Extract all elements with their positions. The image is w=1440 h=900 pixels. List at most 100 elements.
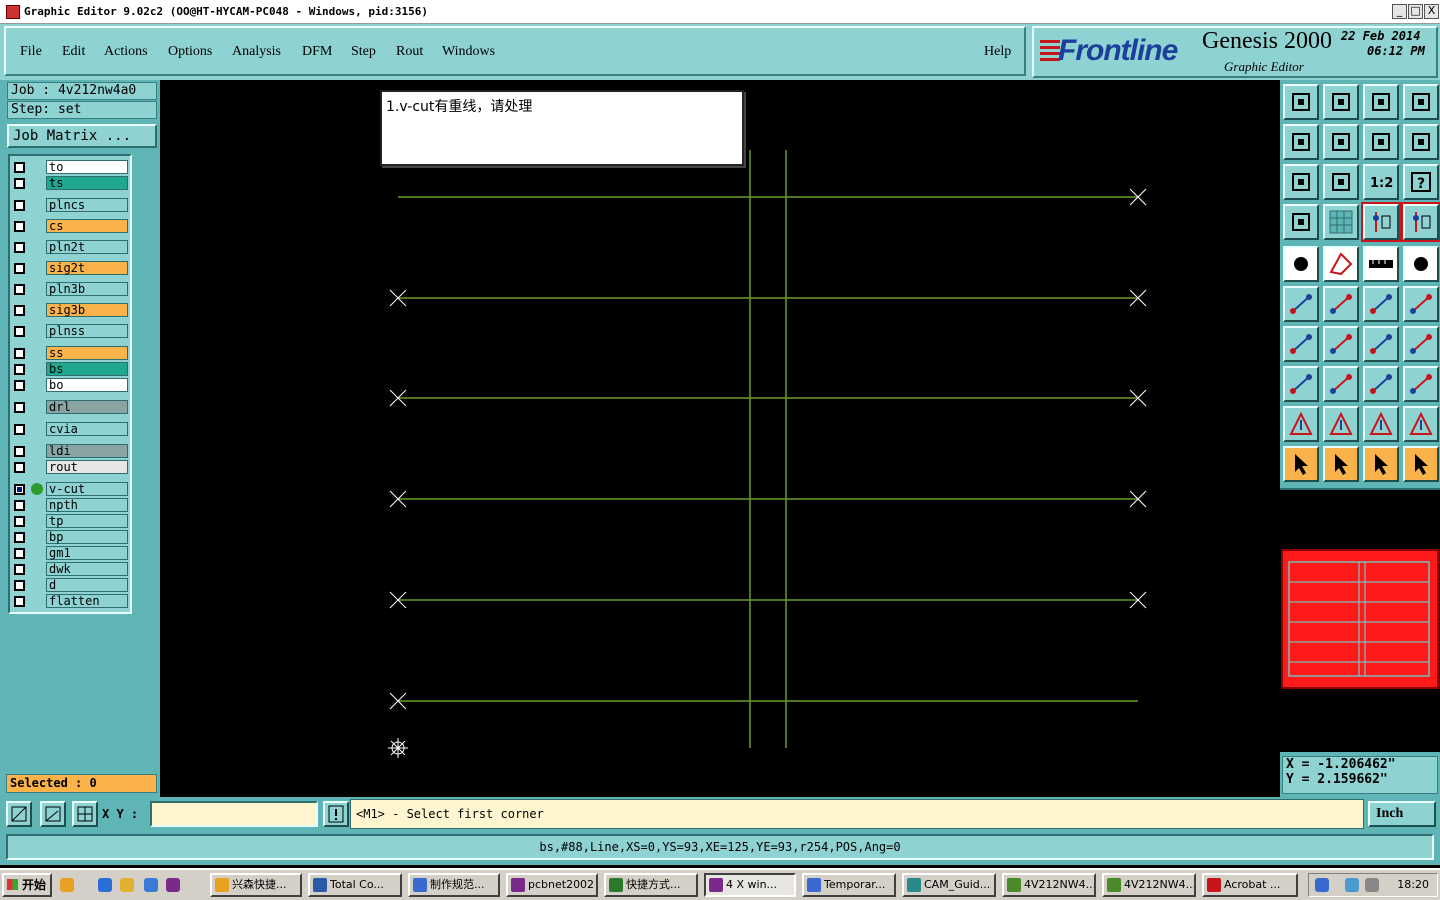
layer-name[interactable]: pln2t bbox=[46, 240, 128, 254]
taskbar-item[interactable]: 制作规范... bbox=[408, 873, 500, 897]
triangle-icon[interactable] bbox=[1283, 406, 1319, 442]
taskbar-item[interactable]: CAM_Guid... bbox=[902, 873, 996, 897]
window-icon[interactable] bbox=[1403, 84, 1439, 120]
layer-row-gm1[interactable]: gm1 bbox=[12, 546, 130, 561]
snap-off-icon[interactable] bbox=[1401, 202, 1440, 242]
layer-row-bo[interactable]: bo bbox=[12, 378, 130, 393]
arc-icon[interactable] bbox=[1363, 326, 1399, 362]
menu-dfm[interactable]: DFM bbox=[302, 44, 332, 60]
layer-name[interactable]: ts bbox=[46, 176, 128, 190]
layer-name[interactable]: sig2t bbox=[46, 261, 128, 275]
ie-icon[interactable] bbox=[144, 878, 158, 892]
line-angle-icon[interactable] bbox=[1283, 326, 1319, 362]
layer-name[interactable]: ss bbox=[46, 346, 128, 360]
layer-checkbox[interactable] bbox=[14, 516, 25, 527]
layer-row-pln3b[interactable]: pln3b bbox=[12, 282, 130, 297]
x-win-icon[interactable] bbox=[166, 878, 180, 892]
layer-name[interactable]: plncs bbox=[46, 198, 128, 212]
layer-checkbox[interactable] bbox=[14, 548, 25, 559]
close-button[interactable]: X bbox=[1424, 4, 1439, 19]
menu-rout[interactable]: Rout bbox=[396, 44, 423, 60]
taskbar-item[interactable]: 4V212NW4... bbox=[1102, 873, 1196, 897]
layer-row-rout[interactable]: rout bbox=[12, 460, 130, 475]
layer-checkbox[interactable] bbox=[14, 424, 25, 435]
edit-shape-icon[interactable] bbox=[1323, 246, 1359, 282]
alert-button[interactable] bbox=[323, 801, 349, 827]
taskbar-item[interactable]: Acrobat ... bbox=[1202, 873, 1298, 897]
layer-row-ss[interactable]: ss bbox=[12, 346, 130, 361]
layer-row-dwk[interactable]: dwk bbox=[12, 562, 130, 577]
layer-checkbox[interactable] bbox=[14, 380, 25, 391]
select-net-icon[interactable] bbox=[1403, 446, 1439, 482]
layer-row-npth[interactable]: npth bbox=[12, 498, 130, 513]
angle-button[interactable] bbox=[40, 801, 66, 827]
layer-row-pln2t[interactable]: pln2t bbox=[12, 240, 130, 255]
minimap[interactable] bbox=[1280, 488, 1440, 752]
job-matrix-button[interactable]: Job Matrix ... bbox=[7, 124, 157, 148]
peak-icon[interactable] bbox=[1323, 406, 1359, 442]
graphic-canvas[interactable] bbox=[160, 80, 1280, 797]
layer-row-sig2t[interactable]: sig2t bbox=[12, 261, 130, 276]
undo-zoom-icon[interactable] bbox=[1363, 124, 1399, 160]
layer-row-plnss[interactable]: plnss bbox=[12, 324, 130, 339]
layer-checkbox[interactable] bbox=[14, 221, 25, 232]
layer-row-sig3b[interactable]: sig3b bbox=[12, 303, 130, 318]
layer-row-ts[interactable]: ts bbox=[12, 176, 130, 191]
layer-name[interactable]: cvia bbox=[46, 422, 128, 436]
layer-row-v-cut[interactable]: v-cut bbox=[12, 482, 130, 497]
layer-checkbox[interactable] bbox=[14, 200, 25, 211]
layer-checkbox[interactable] bbox=[14, 446, 25, 457]
layer-name[interactable]: to bbox=[46, 160, 128, 174]
browser-icon[interactable] bbox=[98, 878, 112, 892]
quicklaunch-icon[interactable] bbox=[60, 878, 74, 892]
layer-name[interactable]: drl bbox=[46, 400, 128, 414]
layer-checkbox[interactable] bbox=[14, 532, 25, 543]
layer-checkbox[interactable] bbox=[14, 402, 25, 413]
add-node-icon[interactable] bbox=[1403, 286, 1439, 322]
layer-row-cs[interactable]: cs bbox=[12, 219, 130, 234]
scale-1-2-icon[interactable]: 1:2 bbox=[1363, 164, 1399, 200]
line-icon[interactable] bbox=[1323, 326, 1359, 362]
taskbar-item[interactable]: 快捷方式... bbox=[604, 873, 698, 897]
menu-windows[interactable]: Windows bbox=[442, 44, 495, 60]
text-b-icon[interactable] bbox=[1403, 406, 1439, 442]
layer-row-d[interactable]: d bbox=[12, 578, 130, 593]
layer-name[interactable]: bp bbox=[46, 530, 128, 544]
layer-name[interactable]: plnss bbox=[46, 324, 128, 338]
text-a-icon[interactable] bbox=[1363, 406, 1399, 442]
taskbar-item[interactable]: 4 X win... bbox=[704, 873, 796, 897]
layer-name[interactable]: gm1 bbox=[46, 546, 128, 560]
select-poly-icon[interactable] bbox=[1363, 446, 1399, 482]
layer-row-ldi[interactable]: ldi bbox=[12, 444, 130, 459]
taskbar-item[interactable]: Temporar... bbox=[802, 873, 896, 897]
layer-checkbox[interactable] bbox=[14, 326, 25, 337]
ruler-icon[interactable] bbox=[1363, 246, 1399, 282]
layer-checkbox[interactable] bbox=[14, 348, 25, 359]
start-button[interactable]: 开始 bbox=[2, 873, 52, 897]
layer-row-cvia[interactable]: cvia bbox=[12, 422, 130, 437]
layer-name[interactable]: flatten bbox=[46, 594, 128, 608]
layer-name[interactable]: bs bbox=[46, 362, 128, 376]
layer-checkbox[interactable] bbox=[14, 462, 25, 473]
layer-name[interactable]: rout bbox=[46, 460, 128, 474]
taskbar-item[interactable]: 兴森快捷... bbox=[210, 873, 302, 897]
move-node-icon[interactable] bbox=[1363, 286, 1399, 322]
clock-icon[interactable] bbox=[120, 878, 134, 892]
layer-checkbox[interactable] bbox=[14, 580, 25, 591]
minimize-button[interactable]: _ bbox=[1392, 4, 1407, 19]
layer-checkbox[interactable] bbox=[14, 305, 25, 316]
help-icon[interactable]: ? bbox=[1403, 164, 1439, 200]
snap-on-icon[interactable] bbox=[1361, 202, 1401, 242]
layer-name[interactable]: sig3b bbox=[46, 303, 128, 317]
layer-checkbox[interactable] bbox=[14, 178, 25, 189]
connect-icon[interactable] bbox=[1283, 286, 1319, 322]
layer-checkbox[interactable] bbox=[14, 484, 25, 495]
layer-checkbox[interactable] bbox=[14, 263, 25, 274]
menu-options[interactable]: Options bbox=[168, 44, 212, 60]
select-icon[interactable] bbox=[1283, 446, 1319, 482]
layer-name[interactable]: npth bbox=[46, 498, 128, 512]
taskbar-item[interactable]: Total Co... bbox=[308, 873, 402, 897]
layer-name[interactable]: pln3b bbox=[46, 282, 128, 296]
grid-button[interactable] bbox=[72, 801, 98, 827]
layer-checkbox[interactable] bbox=[14, 500, 25, 511]
